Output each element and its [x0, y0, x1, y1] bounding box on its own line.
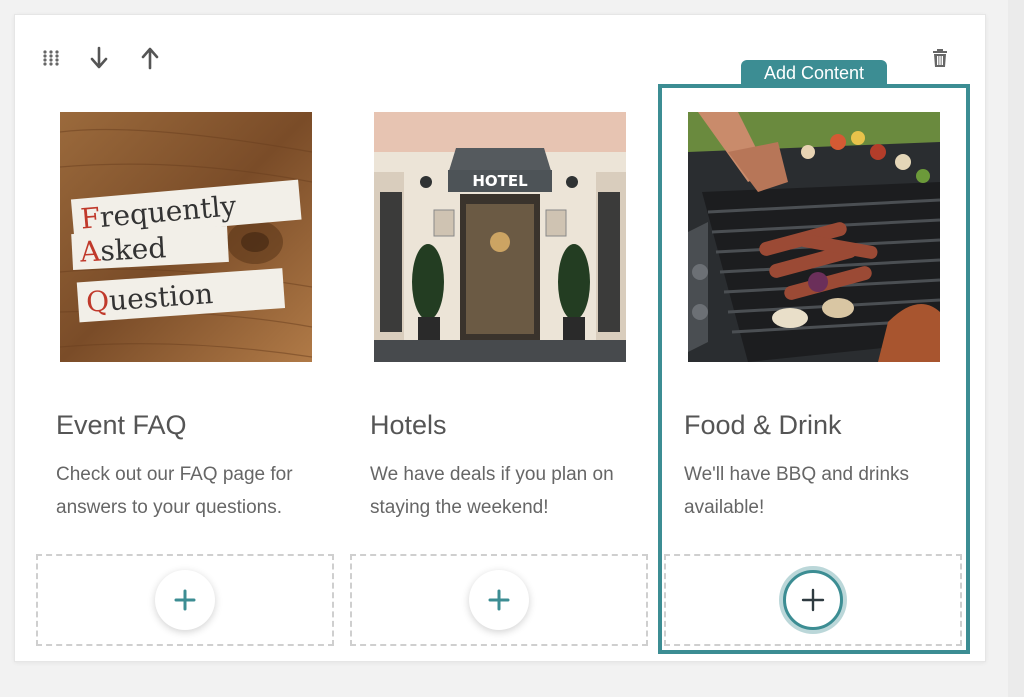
faq-word-rest-2: sked [100, 231, 168, 267]
arrow-down-icon[interactable] [85, 44, 113, 72]
add-content-dropzone[interactable] [350, 554, 648, 646]
plus-icon [488, 589, 510, 611]
card-description: Check out our FAQ page for answers to yo… [56, 464, 293, 518]
arrow-up-icon[interactable] [136, 44, 164, 72]
card-title: Event FAQ [56, 410, 187, 440]
add-content-dropzone[interactable] [664, 554, 962, 646]
faq-word-initial-3: Q [85, 284, 110, 319]
trash-icon[interactable] [926, 44, 954, 72]
plus-icon [801, 588, 825, 612]
plus-icon [174, 589, 196, 611]
card-event-faq: Frequently Asked Question Event FAQ Chec… [56, 112, 312, 518]
card-description: We have deals if you plan on staying the… [370, 464, 614, 518]
add-content-tab[interactable]: Add Content [741, 60, 887, 86]
add-button[interactable] [155, 570, 215, 630]
page-edge [1008, 0, 1024, 697]
faq-image: Frequently Asked Question [60, 112, 312, 362]
add-button[interactable] [469, 570, 529, 630]
card-hotels: HOTEL Hotels We have deals if you plan o… [370, 112, 626, 518]
bbq-image [688, 112, 940, 362]
add-content-dropzone[interactable] [36, 554, 334, 646]
card-food-drink: Food & Drink We'll have BBQ and drinks a… [684, 112, 940, 518]
card-title: Hotels [370, 410, 447, 440]
hotel-sign: HOTEL [472, 172, 528, 190]
hotel-image: HOTEL [374, 112, 626, 362]
card-title: Food & Drink [684, 410, 842, 440]
drag-grid-icon[interactable] [37, 44, 65, 72]
add-button-active[interactable] [783, 570, 843, 630]
faq-word-initial-2: A [78, 235, 102, 269]
card-description: We'll have BBQ and drinks available! [684, 464, 910, 518]
svg-text:Asked: Asked [78, 231, 167, 269]
